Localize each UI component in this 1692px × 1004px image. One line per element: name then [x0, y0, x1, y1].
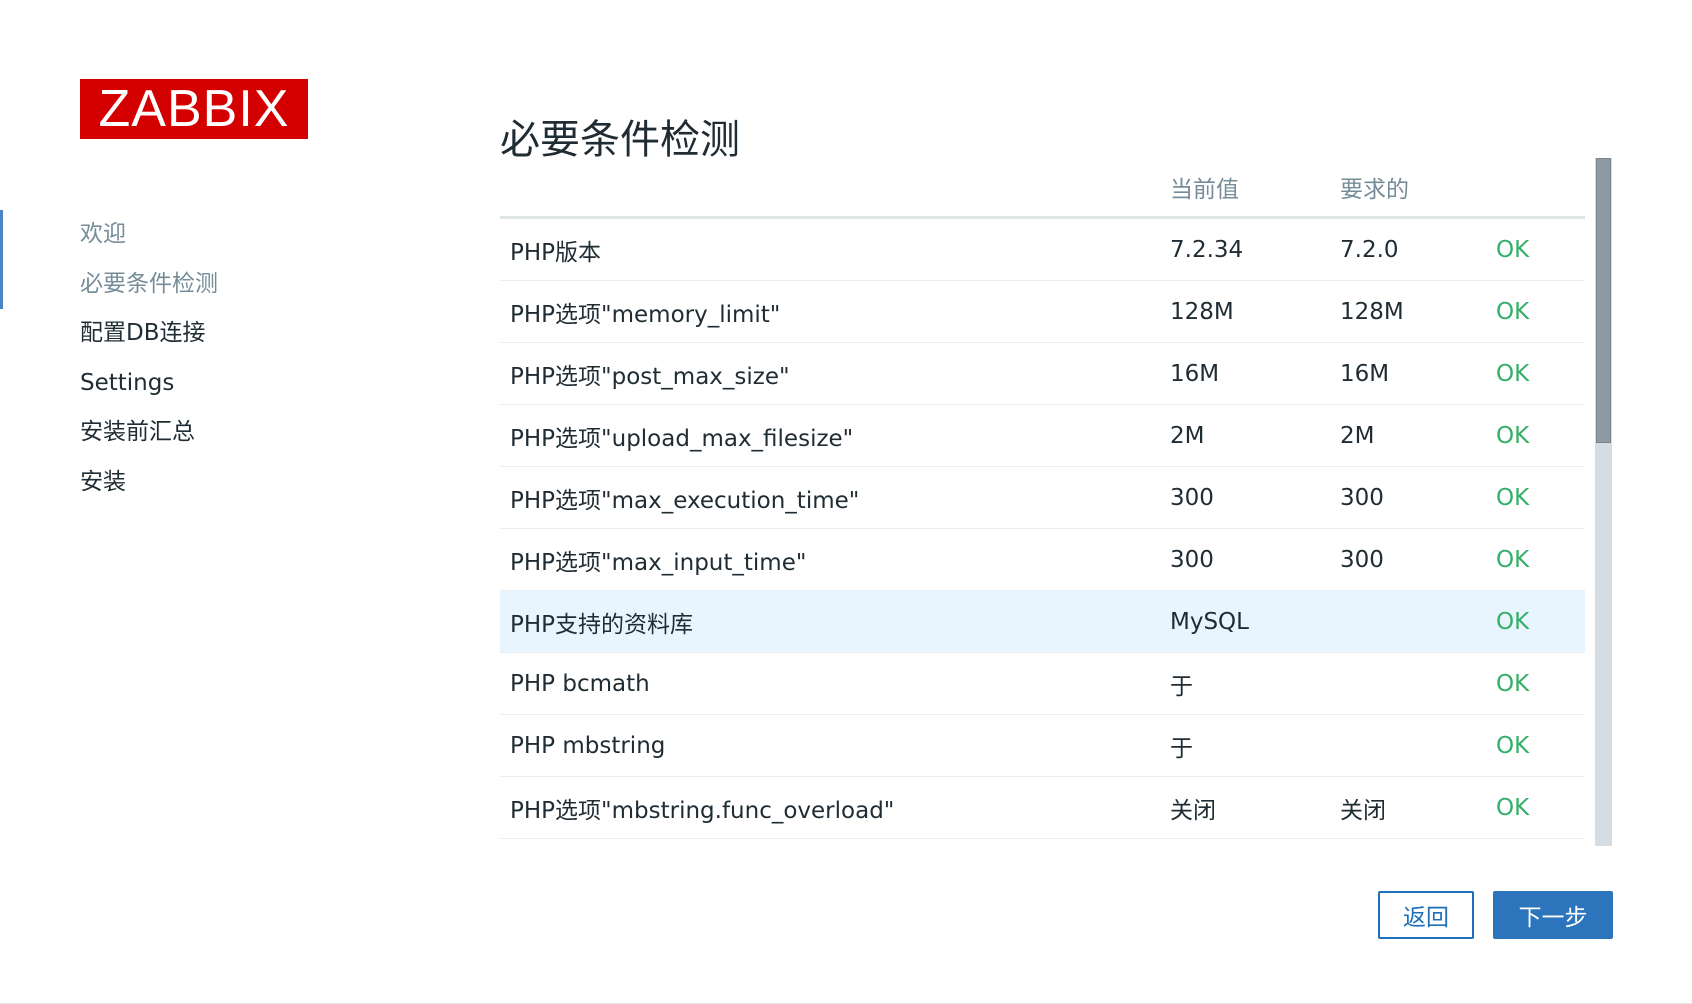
current-value: 2M — [1160, 404, 1330, 467]
logo-text: ZABBIX — [98, 80, 290, 138]
requirement-name: PHP选项"max_execution_time" — [500, 466, 1160, 529]
setup-page: ZABBIX 欢迎 必要条件检测 配置DB连接 Settings 安装前汇总 安… — [0, 0, 1692, 1004]
current-value: 7.2.34 — [1160, 217, 1330, 281]
status-ok: OK — [1490, 590, 1585, 653]
table-row: PHP选项"max_execution_time" 300 300 OK — [500, 466, 1585, 529]
sidebar-item-db-connection[interactable]: 配置DB连接 — [0, 309, 420, 359]
requirement-name: PHP选项"max_input_time" — [500, 528, 1160, 591]
required-value: 300 — [1330, 466, 1490, 529]
required-value — [1330, 714, 1490, 777]
table-row: PHP选项"post_max_size" 16M 16M OK — [500, 342, 1585, 405]
current-value: 16M — [1160, 342, 1330, 405]
status-ok: OK — [1490, 714, 1585, 777]
status-ok: OK — [1490, 652, 1585, 715]
scrollbar-thumb[interactable] — [1596, 158, 1611, 443]
requirement-name: PHP选项"mbstring.func_overload" — [500, 776, 1160, 839]
required-value: 300 — [1330, 528, 1490, 591]
requirement-name: PHP选项"upload_max_filesize" — [500, 404, 1160, 467]
table-row: PHP版本 7.2.34 7.2.0 OK — [500, 217, 1585, 281]
column-header-required: 要求的 — [1330, 158, 1490, 219]
back-button[interactable]: 返回 — [1378, 891, 1474, 939]
current-value: 128M — [1160, 280, 1330, 343]
required-value: 关闭 — [1330, 776, 1490, 839]
sidebar-item-label: 安装 — [80, 468, 126, 495]
requirement-name: PHP mbstring — [500, 714, 1160, 777]
requirement-name: PHP版本 — [500, 217, 1160, 281]
current-value: 关闭 — [1160, 776, 1330, 839]
zabbix-logo: ZABBIX — [80, 79, 308, 139]
status-ok: OK — [1490, 342, 1585, 405]
required-value — [1330, 652, 1490, 715]
table-row: PHP选项"memory_limit" 128M 128M OK — [500, 280, 1585, 343]
requirements-table-container[interactable]: 当前值 要求的 PHP版本 7.2.34 7.2.0 OK PHP选项"memory_l… — [500, 158, 1585, 846]
requirement-name: PHP支持的资料库 — [500, 590, 1160, 653]
sidebar-item-label: 安装前汇总 — [80, 419, 195, 445]
table-row: PHP支持的资料库 MySQL OK — [500, 590, 1585, 653]
table-row: PHP bcmath 于 OK — [500, 652, 1585, 715]
table-scrollbar[interactable] — [1595, 158, 1612, 846]
current-value: MySQL — [1160, 590, 1330, 653]
requirement-name: PHP选项"memory_limit" — [500, 280, 1160, 343]
column-header-current: 当前值 — [1160, 158, 1330, 219]
table-row: PHP选项"upload_max_filesize" 2M 2M OK — [500, 404, 1585, 467]
requirement-name: PHP bcmath — [500, 652, 1160, 715]
sidebar-item-label: 欢迎 — [80, 221, 126, 247]
required-value: 16M — [1330, 342, 1490, 405]
table-row: PHP选项"max_input_time" 300 300 OK — [500, 528, 1585, 591]
sidebar-item-install[interactable]: 安装 — [0, 458, 420, 508]
next-step-button[interactable]: 下一步 — [1493, 891, 1613, 939]
current-value: 300 — [1160, 466, 1330, 529]
requirements-table: 当前值 要求的 PHP版本 7.2.34 7.2.0 OK PHP选项"memory_l… — [500, 158, 1585, 839]
sidebar-item-label: Settings — [80, 369, 175, 396]
current-value: 于 — [1160, 714, 1330, 777]
status-ok: OK — [1490, 280, 1585, 343]
sidebar-item-settings[interactable]: Settings — [0, 359, 420, 409]
required-value: 2M — [1330, 404, 1490, 467]
requirements-table-body: PHP版本 7.2.34 7.2.0 OK PHP选项"memory_limit" 128… — [500, 217, 1585, 839]
status-ok: OK — [1490, 217, 1585, 281]
status-ok: OK — [1490, 528, 1585, 591]
current-value: 于 — [1160, 652, 1330, 715]
table-header-row: 当前值 要求的 — [500, 158, 1585, 219]
sidebar-item-pre-install-summary[interactable]: 安装前汇总 — [0, 408, 420, 458]
required-value: 7.2.0 — [1330, 217, 1490, 281]
required-value: 128M — [1330, 280, 1490, 343]
sidebar-item-label: 必要条件检测 — [80, 270, 218, 297]
column-header-status — [1490, 158, 1585, 219]
setup-steps-sidebar: 欢迎 必要条件检测 配置DB连接 Settings 安装前汇总 安装 — [0, 210, 420, 507]
required-value — [1330, 590, 1490, 653]
sidebar-item-label: 配置DB连接 — [80, 320, 206, 346]
column-header-name — [500, 158, 1160, 219]
requirement-name: PHP选项"post_max_size" — [500, 342, 1160, 405]
sidebar-item-prerequisites[interactable]: 必要条件检测 — [0, 260, 420, 310]
status-ok: OK — [1490, 776, 1585, 839]
table-row: PHP选项"mbstring.func_overload" 关闭 关闭 OK — [500, 776, 1585, 839]
status-ok: OK — [1490, 404, 1585, 467]
sidebar-item-welcome[interactable]: 欢迎 — [0, 210, 420, 260]
table-row: PHP mbstring 于 OK — [500, 714, 1585, 777]
page-title: 必要条件检测 — [500, 116, 740, 163]
status-ok: OK — [1490, 466, 1585, 529]
current-value: 300 — [1160, 528, 1330, 591]
